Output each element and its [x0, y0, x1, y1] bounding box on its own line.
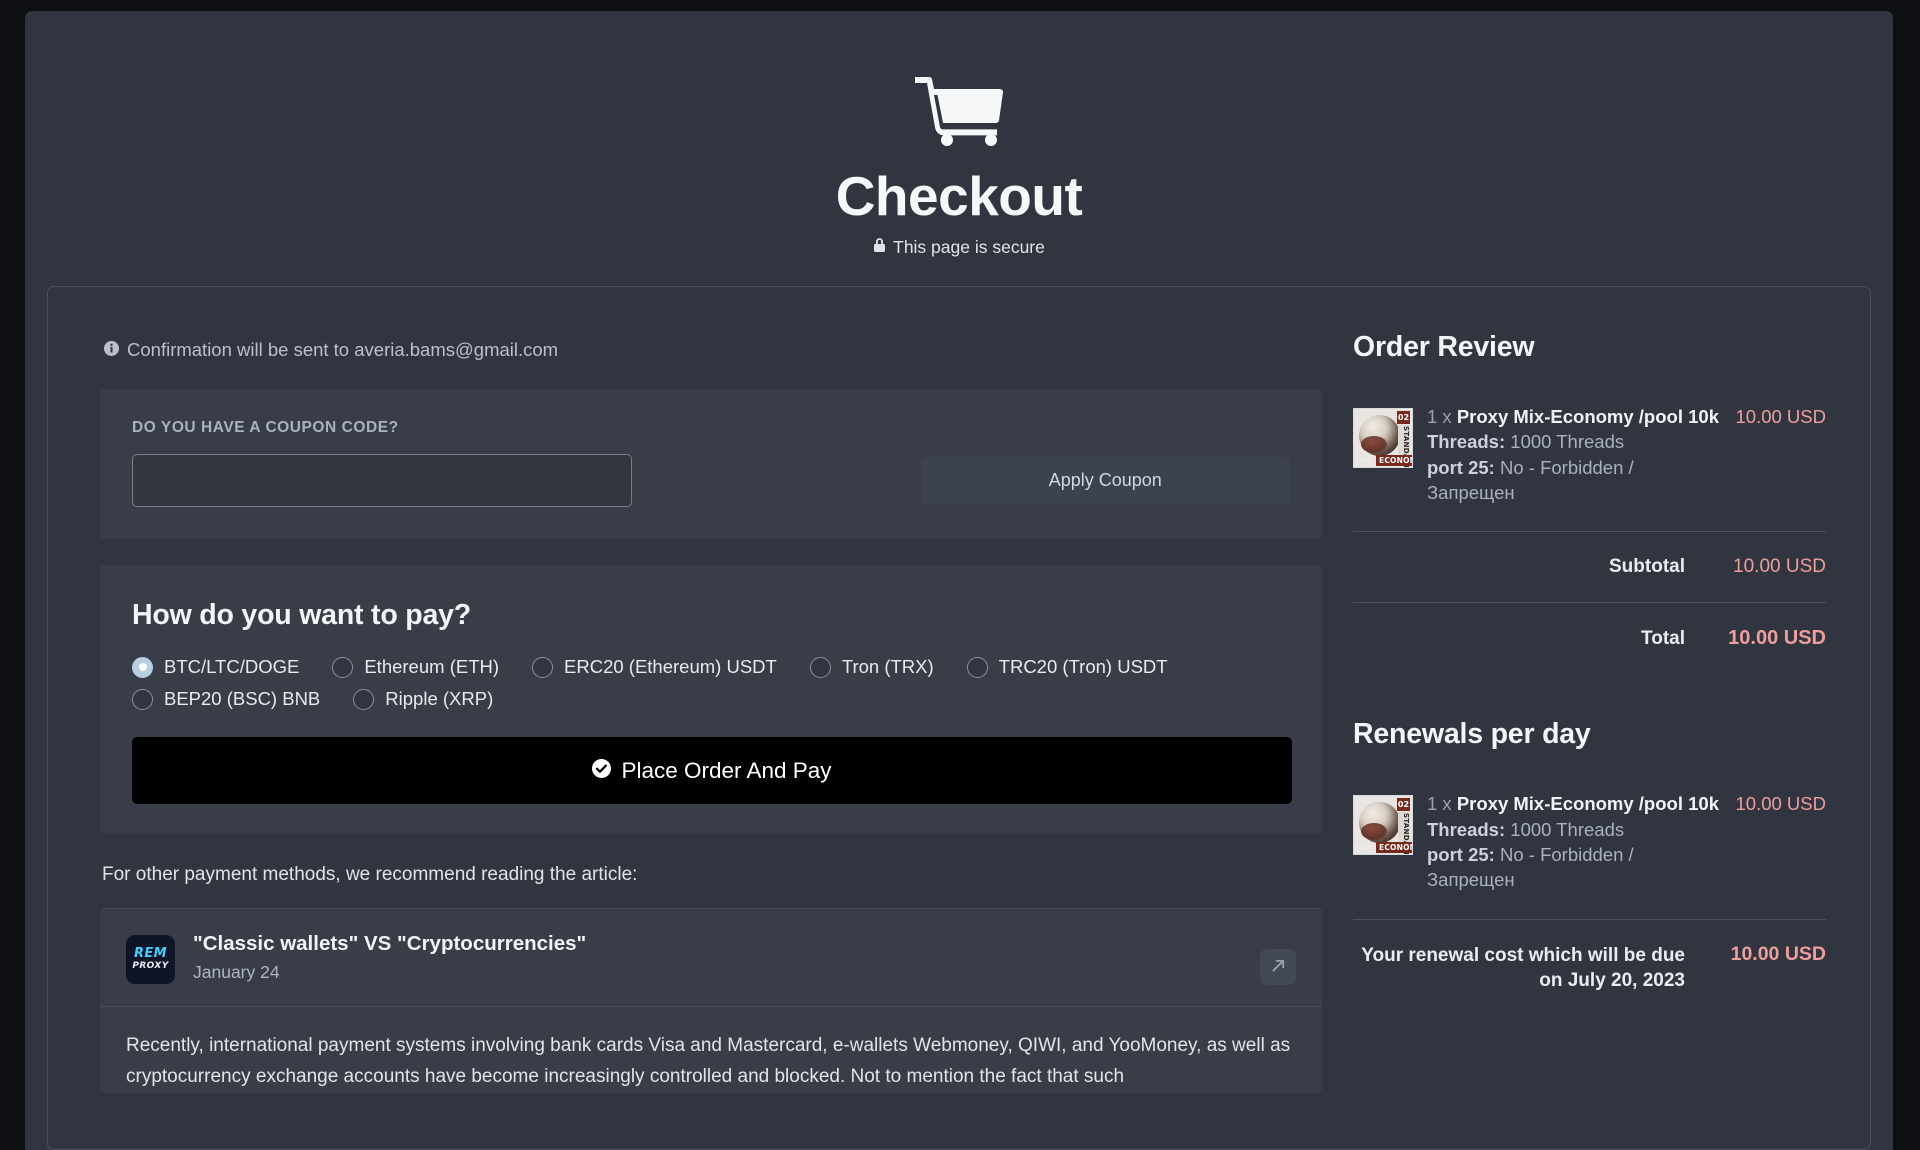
payment-option-label: Ripple (XRP) [385, 688, 493, 710]
coupon-row: Apply Coupon [132, 454, 1290, 507]
secure-notice: This page is secure [25, 237, 1893, 258]
radio-icon [353, 689, 374, 710]
order-item-price: 10.00 USD [1736, 404, 1827, 505]
tier-number-badge: 02 [1397, 411, 1410, 424]
payment-option-ripple[interactable]: Ripple (XRP) [353, 688, 493, 710]
check-circle-icon [592, 758, 611, 784]
payment-option-label: BEP20 (BSC) BNB [164, 688, 320, 710]
renewal-item-description: 1 x Proxy Mix-Economy /pool 10k Threads:… [1427, 791, 1722, 892]
renewal-item-name: Proxy Mix-Economy /pool 10k [1457, 793, 1719, 814]
confirmation-notice: Confirmation will be sent to averia.bams… [104, 339, 1313, 361]
other-payment-methods-note: For other payment methods, we recommend … [102, 864, 1313, 886]
product-label-prefix: MIX- [1356, 844, 1374, 852]
payment-option-erc20-usdt[interactable]: ERC20 (Ethereum) USDT [532, 656, 777, 678]
payment-option-label: ERC20 (Ethereum) USDT [564, 656, 777, 678]
confirmation-notice-text: Confirmation will be sent to averia.bams… [127, 339, 558, 361]
place-order-button-label: Place Order And Pay [621, 758, 831, 784]
radio-icon [132, 657, 153, 678]
order-review-item: 02 STANDARD MIX- ECONOMY 1 x Proxy Mix-E… [1353, 404, 1826, 531]
planet-graphic [1359, 415, 1400, 456]
renewal-item-attr-value: 1000 Threads [1510, 819, 1624, 840]
radio-icon [132, 689, 153, 710]
payment-method-title: How do you want to pay? [132, 599, 1290, 632]
payment-option-ethereum[interactable]: Ethereum (ETH) [332, 656, 499, 678]
recommended-article-card[interactable]: REM PROXY "Classic wallets" VS "Cryptocu… [100, 908, 1322, 1093]
coupon-label: DO YOU HAVE A COUPON CODE? [132, 419, 1290, 437]
logo-line-1: REM [126, 946, 175, 961]
rem-proxy-logo-icon: REM PROXY [126, 935, 175, 984]
payment-option-label: Ethereum (ETH) [364, 656, 499, 678]
tier-name-badge: STANDARD [1398, 812, 1410, 843]
radio-icon [810, 657, 831, 678]
checkout-right-column: Order Review 02 STANDARD MIX- ECONOMY 1 … [1313, 287, 1870, 1149]
subtotal-row: Subtotal 10.00 USD [1353, 532, 1826, 602]
order-item-description: 1 x Proxy Mix-Economy /pool 10k Threads:… [1427, 404, 1722, 505]
planet-graphic [1359, 802, 1400, 843]
payment-option-trc20-usdt[interactable]: TRC20 (Tron) USDT [967, 656, 1168, 678]
renewal-item: 02 STANDARD MIX- ECONOMY 1 x Proxy Mix-E… [1353, 791, 1826, 918]
order-review-title: Order Review [1353, 331, 1826, 364]
renewal-item-price: 10.00 USD [1736, 791, 1827, 892]
order-item-attr-key: port 25: [1427, 457, 1495, 478]
subtotal-label: Subtotal [1609, 556, 1685, 578]
lock-icon [873, 237, 886, 258]
total-label: Total [1641, 628, 1685, 650]
radio-icon [532, 657, 553, 678]
renewal-item-qty: 1 x [1427, 793, 1452, 814]
payment-option-tron[interactable]: Tron (TRX) [810, 656, 934, 678]
subtotal-value: 10.00 USD [1711, 556, 1826, 578]
coupon-panel: DO YOU HAVE A COUPON CODE? Apply Coupon [100, 389, 1322, 539]
apply-coupon-button[interactable]: Apply Coupon [921, 457, 1290, 505]
renewal-total-row: Your renewal cost which will be due on J… [1353, 920, 1826, 994]
place-order-button[interactable]: Place Order And Pay [132, 737, 1292, 804]
article-title: "Classic wallets" VS "Cryptocurrencies" [193, 931, 586, 958]
coupon-input[interactable] [132, 454, 632, 507]
article-date: January 24 [193, 962, 586, 983]
payment-option-label: Tron (TRX) [842, 656, 934, 678]
order-item-qty: 1 x [1427, 406, 1452, 427]
checkout-card: Confirmation will be sent to averia.bams… [47, 286, 1871, 1150]
external-link-icon [1270, 957, 1287, 977]
payment-option-bep20-bnb[interactable]: BEP20 (BSC) BNB [132, 688, 320, 710]
product-thumbnail-icon: 02 STANDARD MIX- ECONOMY [1353, 408, 1413, 468]
info-circle-icon [104, 339, 119, 361]
renewal-item-attr-key: Threads: [1427, 819, 1505, 840]
logo-line-2: PROXY [126, 961, 175, 971]
product-label-suffix: ECONOMY [1376, 455, 1413, 466]
order-item-attr-value: 1000 Threads [1510, 431, 1624, 452]
external-link-button[interactable] [1260, 949, 1296, 985]
article-header: REM PROXY "Classic wallets" VS "Cryptocu… [126, 931, 1296, 1006]
radio-icon [967, 657, 988, 678]
secure-notice-text: This page is secure [893, 237, 1045, 258]
product-thumbnail-icon: 02 STANDARD MIX- ECONOMY [1353, 795, 1413, 855]
renewal-item-attr-key: port 25: [1427, 844, 1495, 865]
renewal-total-label: Your renewal cost which will be due on J… [1353, 943, 1685, 994]
product-label-prefix: MIX- [1356, 457, 1374, 465]
checkout-left-column: Confirmation will be sent to averia.bams… [48, 287, 1313, 1149]
radio-icon [332, 657, 353, 678]
order-item-name: Proxy Mix-Economy /pool 10k [1457, 406, 1719, 427]
article-body-text: Recently, international payment systems … [126, 1007, 1291, 1093]
page-frame: Checkout This page is secure [25, 11, 1893, 1150]
shopping-cart-icon [25, 73, 1893, 152]
page-title: Checkout [25, 166, 1893, 227]
product-label-suffix: ECONOMY [1376, 842, 1413, 853]
payment-option-btc-ltc-doge[interactable]: BTC/LTC/DOGE [132, 656, 299, 678]
total-value: 10.00 USD [1711, 627, 1826, 650]
payment-option-label: BTC/LTC/DOGE [164, 656, 299, 678]
page-header: Checkout This page is secure [25, 11, 1893, 258]
total-row: Total 10.00 USD [1353, 603, 1826, 674]
order-item-attr-key: Threads: [1427, 431, 1505, 452]
tier-name-badge: STANDARD [1398, 425, 1410, 456]
payment-option-label: TRC20 (Tron) USDT [999, 656, 1168, 678]
renewal-total-value: 10.00 USD [1711, 943, 1826, 966]
tier-number-badge: 02 [1397, 798, 1410, 811]
payment-options-group: BTC/LTC/DOGE Ethereum (ETH) ERC20 (Ether… [132, 656, 1290, 720]
payment-method-panel: How do you want to pay? BTC/LTC/DOGE Eth… [100, 565, 1322, 834]
renewals-title: Renewals per day [1353, 718, 1826, 751]
article-text-block: "Classic wallets" VS "Cryptocurrencies" … [193, 931, 586, 983]
